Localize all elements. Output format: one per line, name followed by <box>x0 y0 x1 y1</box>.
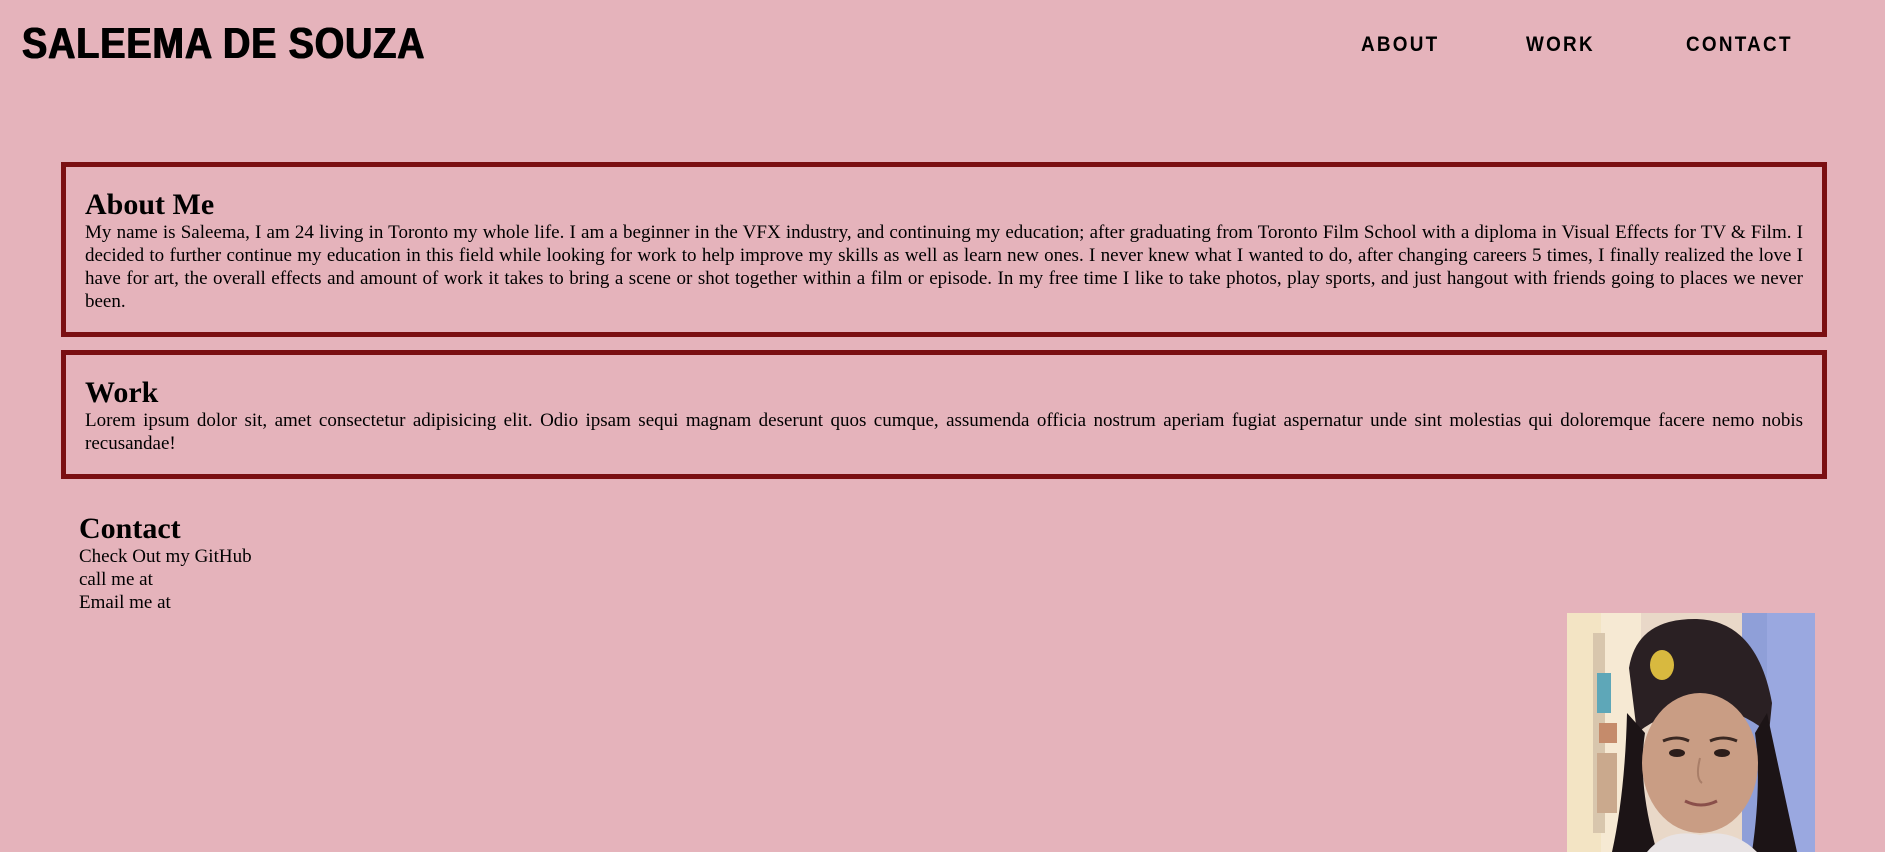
site-title: SALEEMA DE SOUZA <box>22 19 426 68</box>
site-header: SALEEMA DE SOUZA ABOUT WORK CONTACT <box>0 0 1885 100</box>
phone-text: call me at <box>79 569 153 590</box>
nav-contact-link[interactable]: CONTACT <box>1686 34 1793 55</box>
email-text: Email me at <box>79 592 171 613</box>
about-section: About Me My name is Saleema, I am 24 liv… <box>61 162 1827 337</box>
about-text: My name is Saleema, I am 24 living in To… <box>85 222 1803 312</box>
github-link[interactable]: Check Out my GitHub <box>79 545 679 568</box>
contact-heading: Contact <box>79 512 181 545</box>
work-heading: Work <box>85 376 159 409</box>
work-section: Work Lorem ipsum dolor sit, amet consect… <box>61 350 1827 479</box>
contact-section: Contact Check Out my GitHub call me at E… <box>79 513 679 614</box>
nav-work-link[interactable]: WORK <box>1526 34 1595 55</box>
profile-photo <box>1567 613 1815 852</box>
profile-photo-graphic <box>1567 613 1815 852</box>
work-text: Lorem ipsum dolor sit, amet consectetur … <box>85 410 1803 454</box>
nav-about-link[interactable]: ABOUT <box>1361 34 1439 55</box>
about-heading: About Me <box>85 188 215 221</box>
